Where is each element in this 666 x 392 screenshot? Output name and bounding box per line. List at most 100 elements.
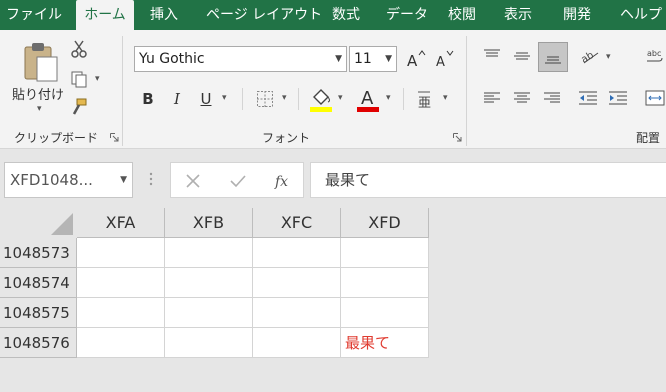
borders-button[interactable] [253, 87, 277, 111]
fill-color-button[interactable] [308, 84, 334, 114]
paint-bucket-icon [310, 89, 332, 112]
divider [403, 88, 404, 110]
row-header[interactable]: 1048576 [0, 328, 77, 358]
clipboard-launcher-icon[interactable] [110, 133, 119, 142]
font-color-dropdown-icon[interactable]: ▾ [386, 93, 391, 103]
row-header[interactable]: 1048573 [0, 238, 77, 268]
merge-cells-icon [645, 90, 665, 106]
align-center-button[interactable] [510, 86, 534, 110]
bold-button[interactable]: B [137, 87, 159, 111]
phonetic-dropdown-icon[interactable]: ▾ [443, 93, 448, 103]
cell[interactable] [165, 268, 253, 298]
tab-help[interactable]: ヘルプ [620, 0, 662, 30]
decrease-font-size-button[interactable]: A [432, 47, 456, 71]
cell[interactable] [341, 238, 429, 268]
row-header[interactable]: 1048574 [0, 268, 77, 298]
cell[interactable] [77, 328, 165, 358]
cut-button[interactable] [68, 38, 90, 60]
enter-button[interactable] [226, 169, 250, 193]
tab-formulas[interactable]: 数式 [332, 0, 360, 30]
wrap-text-icon: abc [647, 49, 663, 62]
font-color-button[interactable]: A [355, 84, 381, 114]
ribbon-tab-bar: ファイル ホーム 挿入 ページ レイアウト 数式 データ 校閲 表示 開発 ヘル… [0, 0, 666, 30]
cell[interactable] [253, 268, 341, 298]
font-name-value: Yu Gothic [139, 51, 205, 67]
formula-input[interactable]: 最果て [310, 162, 666, 198]
align-right-icon [544, 92, 560, 103]
tab-home[interactable]: ホーム [76, 0, 134, 30]
paste-dropdown-icon[interactable]: ▾ [37, 104, 42, 114]
cell[interactable] [341, 298, 429, 328]
tab-insert[interactable]: 挿入 [150, 0, 178, 30]
decrease-indent-button[interactable] [576, 86, 600, 110]
ribbon: 貼り付け ▾ ▾ クリップボード Yu Gothic ▼ 11 ▼ A A B … [0, 30, 666, 149]
cell[interactable] [253, 328, 341, 358]
cell[interactable] [165, 298, 253, 328]
cancel-button[interactable] [181, 169, 205, 193]
tab-view[interactable]: 表示 [504, 0, 532, 30]
tab-developer[interactable]: 開発 [563, 0, 591, 30]
clipboard-group-label: クリップボード [14, 131, 99, 145]
align-middle-button[interactable] [510, 44, 534, 68]
copy-icon [71, 71, 87, 88]
fill-color-dropdown-icon[interactable]: ▾ [338, 93, 343, 103]
align-left-button[interactable] [480, 86, 504, 110]
cell-xfd1048576[interactable]: 最果て [341, 328, 429, 358]
tab-file[interactable]: ファイル [6, 0, 62, 30]
column-header[interactable]: XFC [253, 208, 341, 238]
font-size-combo[interactable]: 11 ▼ [349, 46, 397, 72]
align-bottom-button[interactable] [538, 42, 568, 72]
copy-button[interactable] [68, 68, 90, 90]
group-divider [466, 36, 467, 146]
orientation-button[interactable]: ab [578, 44, 604, 68]
group-divider [122, 36, 123, 146]
underline-button[interactable]: U [195, 87, 217, 111]
phonetic-guide-button[interactable]: 亜 [412, 87, 436, 111]
cell[interactable] [253, 238, 341, 268]
cell[interactable] [253, 298, 341, 328]
cell[interactable] [77, 238, 165, 268]
font-color-icon: A [357, 88, 379, 112]
font-name-combo[interactable]: Yu Gothic ▼ [134, 46, 347, 72]
chevron-down-icon: ▼ [120, 175, 127, 185]
formula-bar-grip-icon[interactable] [149, 172, 153, 188]
select-all-triangle-icon [51, 213, 73, 235]
cell[interactable] [165, 238, 253, 268]
svg-text:abc: abc [647, 49, 661, 58]
align-top-button[interactable] [480, 44, 504, 68]
align-right-button[interactable] [540, 86, 564, 110]
paste-icon [24, 43, 58, 82]
cell[interactable] [77, 298, 165, 328]
column-header[interactable]: XFA [77, 208, 165, 238]
tab-data[interactable]: データ [386, 0, 428, 30]
font-launcher-icon[interactable] [453, 133, 462, 142]
format-painter-button[interactable] [68, 96, 90, 118]
function-fx-icon: fx [274, 174, 288, 190]
wrap-text-button[interactable]: abc [644, 44, 666, 68]
cell[interactable] [77, 268, 165, 298]
align-top-icon [484, 49, 500, 57]
orientation-dropdown-icon[interactable]: ▾ [606, 52, 611, 62]
svg-text:fx: fx [274, 174, 288, 190]
column-header[interactable]: XFB [165, 208, 253, 238]
select-all-button[interactable] [0, 208, 77, 238]
cell[interactable] [165, 328, 253, 358]
divider [298, 88, 299, 110]
column-header[interactable]: XFD [341, 208, 429, 238]
row-header[interactable]: 1048575 [0, 298, 77, 328]
italic-button[interactable]: I [166, 87, 188, 111]
copy-dropdown-icon[interactable]: ▾ [95, 74, 100, 84]
increase-font-size-button[interactable]: A [404, 47, 428, 71]
borders-dropdown-icon[interactable]: ▾ [282, 93, 287, 103]
increase-indent-button[interactable] [606, 86, 630, 110]
insert-function-button[interactable]: fx [271, 169, 295, 193]
name-box[interactable]: XFD1048... ▼ [4, 162, 133, 198]
chevron-down-icon: ▼ [385, 54, 392, 64]
merge-center-button[interactable] [644, 86, 666, 110]
formula-buttons: fx [170, 162, 304, 198]
tab-review[interactable]: 校閲 [448, 0, 476, 30]
underline-dropdown-icon[interactable]: ▾ [222, 93, 227, 103]
paste-button[interactable] [20, 40, 64, 84]
cell[interactable] [341, 268, 429, 298]
tab-page-layout[interactable]: ページ レイアウト [206, 0, 322, 30]
